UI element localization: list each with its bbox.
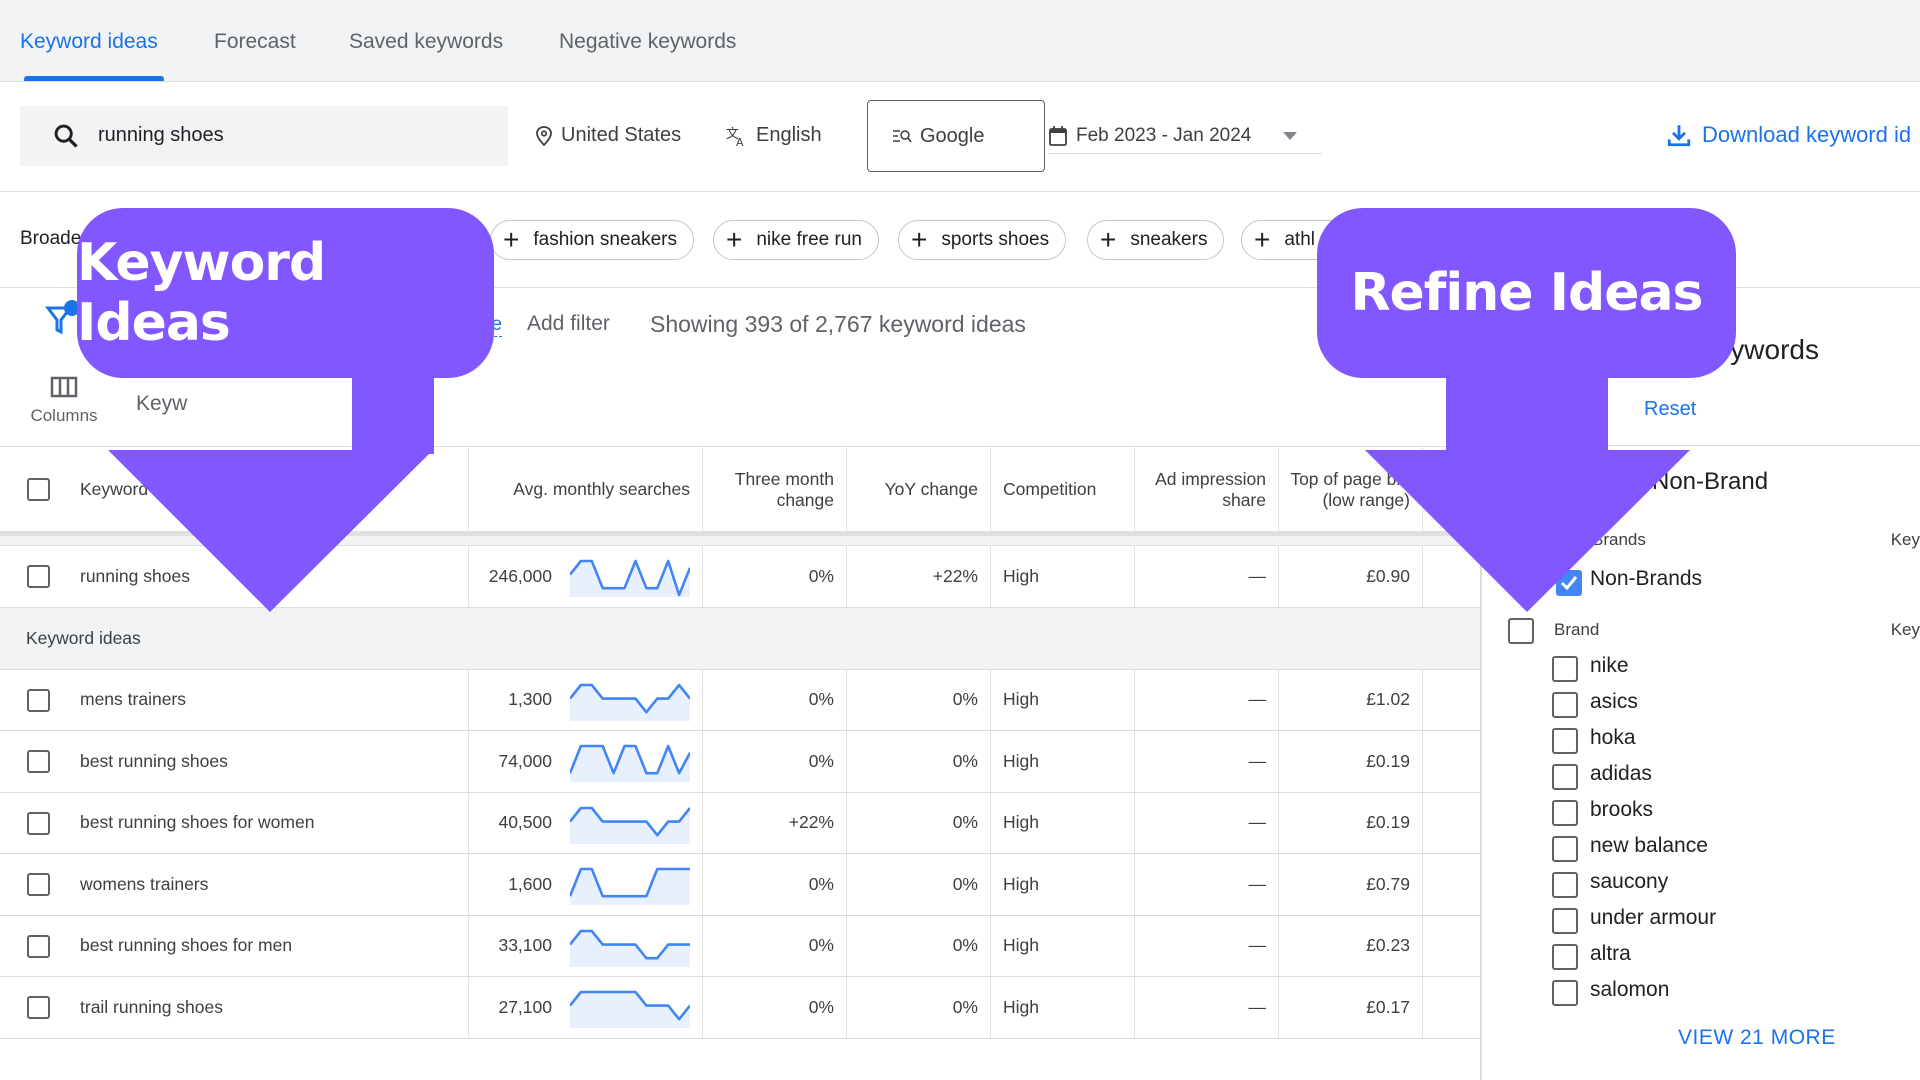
- refine-ideas-callout: Refine Ideas: [1317, 208, 1736, 378]
- keyword-ideas-arrow: [108, 370, 1690, 612]
- keyword-ideas-callout: Keyword Ideas: [77, 208, 494, 378]
